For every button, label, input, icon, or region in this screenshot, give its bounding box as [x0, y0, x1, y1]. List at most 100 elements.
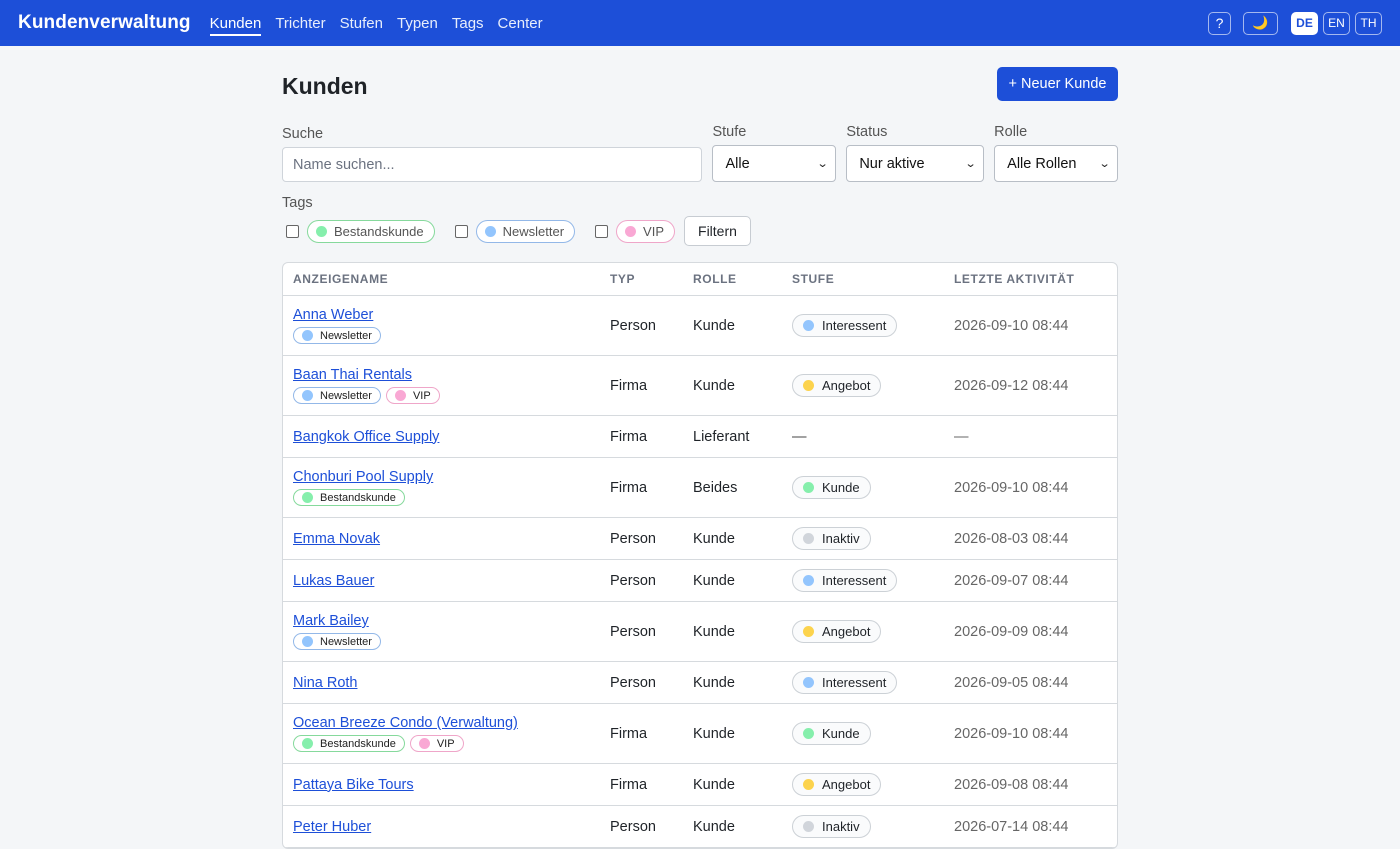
cell-name: Mark Bailey Newsletter — [283, 613, 610, 650]
app-title[interactable]: Kundenverwaltung — [18, 12, 191, 34]
stage-badge: Interessent — [792, 569, 898, 592]
tag-color-dot — [302, 390, 313, 401]
cell-stage: Kunde — [792, 476, 954, 499]
customer-name-link[interactable]: Pattaya Bike Tours — [293, 777, 610, 793]
customer-name-link[interactable]: Anna Weber — [293, 307, 610, 323]
cell-last-activity: 2026-09-10 08:44 — [954, 317, 1069, 334]
nav-item-kunden[interactable]: Kunden — [209, 11, 262, 36]
filter-bar: Suche Name suchen... Stufe Alle ⌄ Status… — [282, 124, 1118, 182]
tag-pill-vip: VIP — [616, 219, 676, 243]
table-row[interactable]: Chonburi Pool Supply Bestandskunde Firma Be… — [283, 458, 1117, 518]
cell-stage: Inaktiv — [792, 815, 954, 838]
customer-name-link[interactable]: Bangkok Office Supply — [293, 429, 610, 445]
tag-color-dot — [418, 738, 430, 749]
role-filter-label: Rolle — [994, 124, 1028, 140]
table-row[interactable]: Ocean Breeze Condo (Verwaltung) Bestandsk… — [283, 704, 1117, 764]
table-row[interactable]: Lukas Bauer Person Kunde Interessent 2026-09… — [283, 560, 1117, 602]
theme-toggle-button[interactable]: 🌙 — [1243, 11, 1278, 35]
page-title: Kunden — [282, 72, 368, 99]
stage-color-dot — [803, 320, 814, 331]
stage-badge: Interessent — [792, 671, 898, 694]
cell-role: Kunde — [693, 572, 735, 589]
stage-badge: Kunde — [792, 476, 871, 499]
nav-item-trichter[interactable]: Trichter — [275, 11, 325, 36]
table-row[interactable]: Bangkok Office Supply Firma Lieferant — — — [283, 416, 1117, 458]
table-row[interactable]: Pattaya Bike Tours Firma Kunde Angebot 2026-… — [283, 764, 1117, 806]
cell-name: Bangkok Office Supply — [283, 429, 610, 445]
lang-th-button[interactable]: TH — [1355, 11, 1382, 35]
row-tag-badge: Newsletter — [293, 387, 381, 404]
nav-item-tags[interactable]: Tags — [452, 11, 484, 36]
search-input[interactable]: Name suchen... — [282, 147, 703, 182]
tag-checkbox-vip[interactable] — [595, 224, 609, 238]
status-select-value: Nur aktive — [859, 155, 925, 172]
customer-name-link[interactable]: Emma Novak — [293, 531, 610, 547]
row-tag-badge: VIP — [409, 735, 464, 752]
lang-en-button[interactable]: EN — [1323, 11, 1350, 35]
column-header-stage[interactable]: STUFE — [792, 272, 954, 286]
cell-name: Nina Roth — [283, 675, 610, 691]
column-header-last-activity[interactable]: LETZTE AKTIVITÄT — [954, 272, 1117, 286]
tag-color-dot — [484, 225, 496, 237]
stage-label: Inaktiv — [822, 819, 860, 834]
column-header-name[interactable]: ANZEIGENAME — [283, 272, 610, 286]
stage-color-dot — [803, 677, 814, 688]
stage-color-dot — [803, 575, 814, 586]
stage-label: Interessent — [822, 675, 887, 690]
customer-name-link[interactable]: Lukas Bauer — [293, 573, 610, 589]
table-row[interactable]: Mark Bailey Newsletter Person Kunde Angebot 2… — [283, 602, 1117, 662]
cell-name: Pattaya Bike Tours — [283, 777, 610, 793]
customer-name-link[interactable]: Mark Bailey — [293, 613, 610, 629]
cell-last-activity: 2026-09-12 08:44 — [954, 377, 1069, 394]
nav-item-typen[interactable]: Typen — [397, 11, 438, 36]
cell-last-activity: 2026-09-10 08:44 — [954, 725, 1069, 742]
customer-name-link[interactable]: Baan Thai Rentals — [293, 367, 610, 383]
customer-name-link[interactable]: Chonburi Pool Supply — [293, 469, 610, 485]
chevron-down-icon: ⌄ — [964, 158, 977, 170]
help-button[interactable]: ? — [1208, 11, 1231, 35]
column-header-type[interactable]: TYP — [610, 272, 693, 286]
cell-last-activity: 2026-07-14 08:44 — [954, 818, 1069, 835]
nav-item-stufen[interactable]: Stufen — [340, 11, 383, 36]
main-nav: Kunden Trichter Stufen Typen Tags Center — [209, 11, 543, 36]
tag-label: VIP — [436, 737, 455, 750]
stage-badge: Inaktiv — [792, 815, 871, 838]
cell-name: Anna Weber Newsletter — [283, 307, 610, 344]
row-tag-badge: VIP — [385, 387, 440, 404]
role-select[interactable]: Alle Rollen ⌄ — [994, 145, 1118, 182]
stage-badge: Angebot — [792, 620, 882, 643]
stage-color-dot — [803, 626, 814, 637]
stage-label: Kunde — [822, 480, 860, 495]
cell-type: Person — [610, 530, 656, 547]
tag-checkbox-newsletter[interactable] — [454, 224, 468, 238]
chevron-down-icon: ⌄ — [816, 158, 829, 170]
table-row[interactable]: Baan Thai Rentals Newsletter VIP Firma Kunde… — [283, 356, 1117, 416]
cell-type: Firma — [610, 377, 648, 394]
cell-last-activity: 2026-09-10 08:44 — [954, 479, 1069, 496]
cell-role: Kunde — [693, 818, 735, 835]
table-row[interactable]: Nina Roth Person Kunde Interessent 2026-09-0… — [283, 662, 1117, 704]
status-select[interactable]: Nur aktive ⌄ — [846, 145, 985, 182]
new-customer-button[interactable]: + Neuer Kunde — [997, 67, 1118, 101]
customer-name-link[interactable]: Nina Roth — [293, 675, 610, 691]
stage-badge: Angebot — [792, 773, 882, 796]
column-header-role[interactable]: ROLLE — [693, 272, 792, 286]
nav-item-center[interactable]: Center — [498, 11, 543, 36]
lang-de-button[interactable]: DE — [1291, 11, 1318, 35]
tag-checkbox-bestandskunde[interactable] — [286, 224, 299, 238]
row-tag-badge: Bestandskunde — [293, 489, 405, 506]
table-row[interactable]: Peter Huber Person Kunde Inaktiv 2026-07-14 … — [283, 806, 1117, 848]
row-tag-badge: Bestandskunde — [293, 735, 405, 752]
cell-role: Beides — [693, 479, 738, 496]
tag-color-dot — [625, 225, 637, 237]
filter-button[interactable]: Filtern — [684, 216, 751, 246]
cell-last-activity: 2026-09-08 08:44 — [954, 776, 1069, 793]
customer-name-link[interactable]: Peter Huber — [293, 819, 610, 835]
customer-name-link[interactable]: Ocean Breeze Condo (Verwaltung) — [293, 715, 610, 731]
table-row[interactable]: Emma Novak Person Kunde Inaktiv 2026-08-03 0… — [283, 518, 1117, 560]
table-row[interactable]: Anna Weber Newsletter Person Kunde Interesse… — [283, 296, 1117, 356]
row-tags: Newsletter — [293, 327, 610, 344]
stage-select[interactable]: Alle ⌄ — [712, 145, 837, 182]
cell-last-activity: — — [954, 428, 969, 445]
tag-color-dot — [316, 225, 327, 237]
